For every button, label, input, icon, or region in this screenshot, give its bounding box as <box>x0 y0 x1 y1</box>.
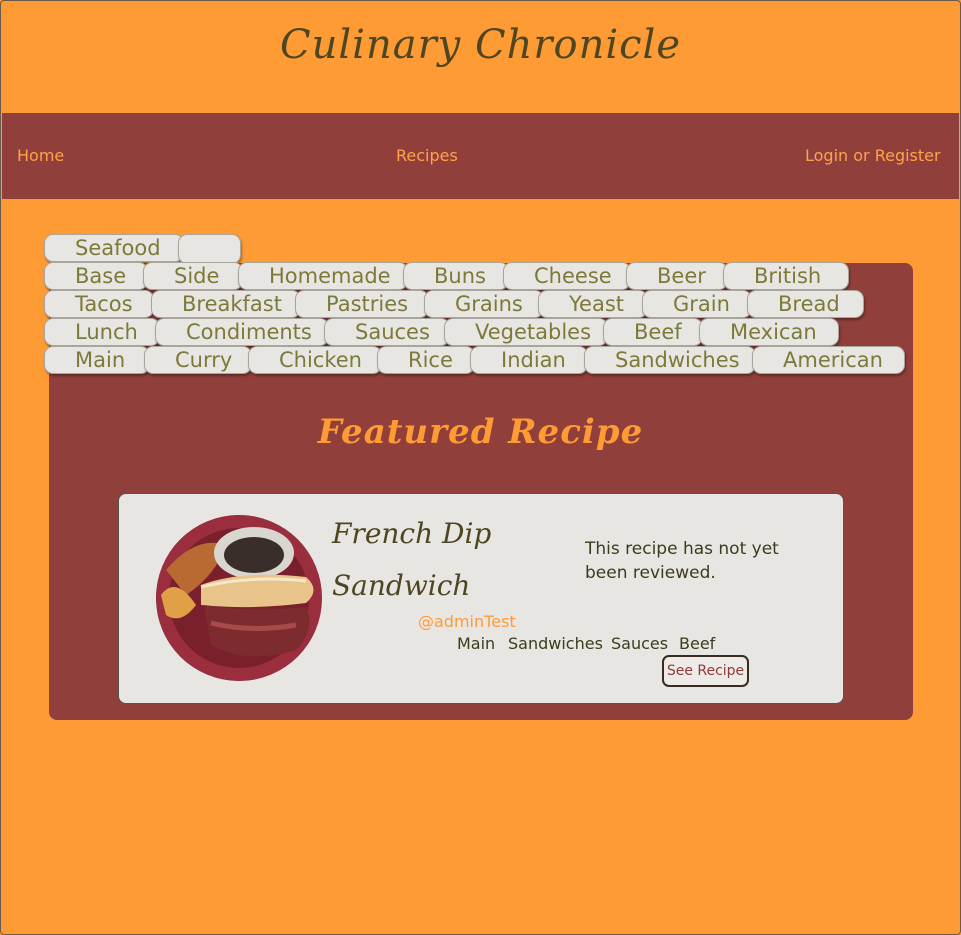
tag-button[interactable]: Beef <box>603 318 703 346</box>
author-link[interactable]: @adminTest <box>418 612 516 631</box>
navbar: Home Recipes Login or Register <box>2 113 959 199</box>
tag-button[interactable]: Main <box>44 346 150 374</box>
tag-button[interactable] <box>178 234 241 264</box>
tag-button[interactable]: Beer <box>626 262 728 290</box>
tag-button[interactable]: Lunch <box>44 318 160 346</box>
tag-button[interactable]: Breakfast <box>151 290 301 318</box>
tag-button[interactable]: British <box>723 262 849 290</box>
review-status: This recipe has not yet been reviewed. <box>585 539 779 583</box>
recipe-tag: Main <box>457 634 496 653</box>
tag-button[interactable]: Mexican <box>699 318 839 346</box>
recipe-tag: Beef <box>679 634 716 653</box>
tag-button[interactable]: American <box>752 346 905 374</box>
tag-button[interactable]: Cheese <box>503 262 631 290</box>
tag-button[interactable]: Buns <box>403 262 509 290</box>
nav-recipes-link[interactable]: Recipes <box>396 146 458 165</box>
tag-button[interactable]: Sauces <box>324 318 450 346</box>
tag-button[interactable]: Bread <box>747 290 864 318</box>
tag-button[interactable]: Grains <box>424 290 544 318</box>
tag-button[interactable]: Vegetables <box>444 318 608 346</box>
tag-button[interactable]: Indian <box>470 346 588 374</box>
tag-button[interactable]: Grain <box>642 290 752 318</box>
tag-button[interactable]: Pastries <box>295 290 429 318</box>
recipe-photo[interactable] <box>156 515 322 681</box>
tag-button[interactable]: Tacos <box>44 290 154 318</box>
tag-button[interactable]: Curry <box>144 346 252 374</box>
recipe-name[interactable]: French Dip Sandwich <box>332 508 512 612</box>
tag-button[interactable]: Homemade <box>238 262 408 290</box>
nav-home-link[interactable]: Home <box>17 146 64 165</box>
tag-button[interactable]: Rice <box>377 346 475 374</box>
nav-login-link[interactable]: Login or Register <box>805 146 941 165</box>
tag-button[interactable]: Base <box>44 262 148 290</box>
recipe-tag: Sandwiches <box>508 634 603 653</box>
tag-button[interactable]: Sandwiches <box>584 346 756 374</box>
tag-button[interactable]: Chicken <box>248 346 382 374</box>
tag-button[interactable]: Condiments <box>155 318 329 346</box>
recipe-tag: Sauces <box>611 634 669 653</box>
recipe-photo-image <box>156 515 322 681</box>
featured-heading: Featured Recipe <box>317 412 644 452</box>
see-recipe-button[interactable]: See Recipe <box>662 655 749 687</box>
site-title: Culinary Chronicle <box>280 22 681 68</box>
tag-button[interactable]: Seafood <box>44 234 184 262</box>
tag-button[interactable]: Side <box>143 262 243 290</box>
tag-button[interactable]: Yeast <box>538 290 648 318</box>
